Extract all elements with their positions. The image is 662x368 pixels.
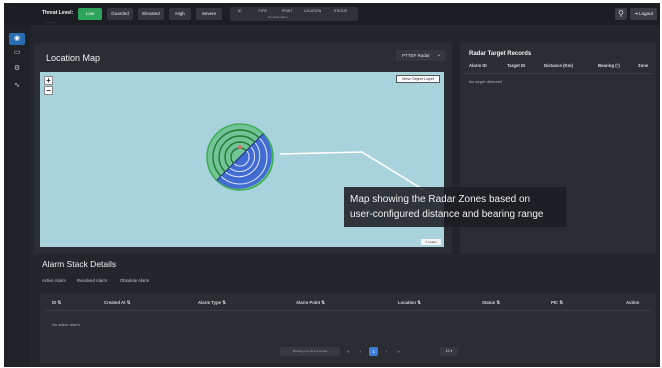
threat-level-subtitle: ----------------: [44, 21, 58, 24]
caption-line-1: Map showing the Radar Zones based on: [350, 194, 531, 205]
zoom-out-button[interactable]: −: [44, 86, 53, 95]
pagination-page-1[interactable]: 1: [369, 347, 378, 356]
threat-level-guarded-button[interactable]: Guarded: [107, 8, 133, 20]
pagination-next-button[interactable]: ›: [382, 347, 391, 356]
alarm-col-alarm-point[interactable]: Alarm Point ⇅: [296, 300, 325, 306]
records-col-target-id: Target ID: [507, 63, 526, 68]
alarm-col-created-at[interactable]: Created At ⇅: [104, 300, 130, 306]
active-alarm-summary: ID TYPE POINT LOCATION STATUS No active …: [230, 7, 358, 21]
records-col-bearing: Bearing (°): [598, 63, 620, 68]
zoom-in-button[interactable]: +: [44, 76, 53, 85]
alarm-col-id[interactable]: ID ⇅: [52, 300, 61, 306]
gear-icon: ⚙: [13, 65, 21, 72]
alarm-table-empty-text: No active alarm.: [52, 322, 81, 327]
alarm-stack-title: Alarm Stack Details: [42, 259, 117, 269]
tab-active-alarm[interactable]: Active Alarm: [42, 278, 66, 283]
person-icon: ⚲: [618, 9, 624, 18]
alarm-col-pic[interactable]: PIC ⇅: [551, 300, 563, 306]
alarm-table-header-divider: [46, 310, 650, 311]
pagination-prev-button[interactable]: ‹: [356, 347, 365, 356]
summary-col-type: TYPE: [258, 9, 267, 13]
records-col-distance: Distance (Km): [544, 63, 573, 68]
view-object-layer-button[interactable]: View Object Layer: [396, 75, 440, 83]
folder-icon: ▭: [13, 49, 21, 56]
summary-col-point: POINT: [282, 9, 293, 13]
threat-level-high-button[interactable]: High: [169, 8, 191, 20]
alarm-table: ID ⇅ Created At ⇅ Alarm Type ⇅ Alarm Poi…: [40, 293, 656, 363]
chevron-down-icon: ⌄: [436, 52, 441, 58]
records-col-zone: Zone: [638, 63, 649, 68]
tab-obsolete-alarm[interactable]: Obsolete Alarm: [120, 278, 149, 283]
map-attribution[interactable]: © Leaflet: [421, 239, 441, 245]
user-button[interactable]: ⚲: [615, 8, 627, 20]
location-map-title: Location Map: [46, 53, 101, 63]
radar-select-value: PTTEP Radar: [402, 53, 430, 58]
alarm-col-action: Action: [626, 300, 640, 305]
summary-col-id: ID: [238, 9, 242, 13]
radar-records-title: Radar Target Records: [469, 51, 532, 57]
rows-per-page-select[interactable]: 10 ▾: [440, 347, 458, 356]
sidebar: ◉ ▭ ⚙ ∿: [4, 25, 30, 367]
alarm-col-alarm-type[interactable]: Alarm Type ⇅: [198, 300, 226, 306]
pagination-first-button[interactable]: «: [344, 347, 353, 356]
threat-level-label: Threat Level:: [42, 10, 74, 16]
summary-col-status: STATUS: [334, 9, 347, 13]
pagination-last-button[interactable]: »: [394, 347, 403, 356]
logout-icon: ⇥: [634, 11, 638, 16]
tab-resolved-alarm[interactable]: Resolved Alarm: [77, 278, 107, 283]
sidebar-item-settings[interactable]: ⚙: [9, 63, 25, 75]
summary-col-location: LOCATION: [304, 9, 322, 13]
summary-empty-note: No active alarm: [268, 15, 288, 19]
records-header-divider: [464, 73, 652, 74]
top-bar: Threat Level: Low Guarded Elevated High …: [4, 3, 660, 25]
eye-icon: ◉: [13, 35, 21, 42]
analytics-icon: ∿: [14, 82, 20, 89]
alarm-col-status[interactable]: Status ⇅: [482, 300, 500, 306]
sidebar-item-records[interactable]: ▭: [9, 47, 25, 59]
sidebar-item-analytics[interactable]: ∿: [9, 80, 25, 92]
map-caption-overlay: Map showing the Radar Zones based on use…: [344, 187, 566, 227]
threat-level-severe-button[interactable]: Severe: [196, 8, 222, 20]
pagination-info: Showing 1 to 10 of 1 entries: [280, 347, 340, 356]
threat-level-low-button[interactable]: Low: [78, 8, 102, 20]
records-empty-text: No target detected: [469, 79, 502, 84]
logout-label: Logout: [639, 11, 653, 16]
alarm-col-location[interactable]: Location ⇅: [398, 300, 421, 306]
caption-line-2: user-configured distance and bearing ran…: [350, 209, 544, 220]
logout-button[interactable]: ⇥ Logout: [630, 8, 657, 20]
threat-level-elevated-button[interactable]: Elevated: [138, 8, 164, 20]
radar-select[interactable]: PTTEP Radar ⌄: [396, 50, 446, 61]
radar-origin-marker: [238, 145, 242, 149]
sidebar-item-monitor[interactable]: ◉: [9, 33, 25, 45]
app-window: Threat Level: Low Guarded Elevated High …: [4, 3, 660, 367]
records-col-alarm-id: Alarm ID: [469, 63, 487, 68]
